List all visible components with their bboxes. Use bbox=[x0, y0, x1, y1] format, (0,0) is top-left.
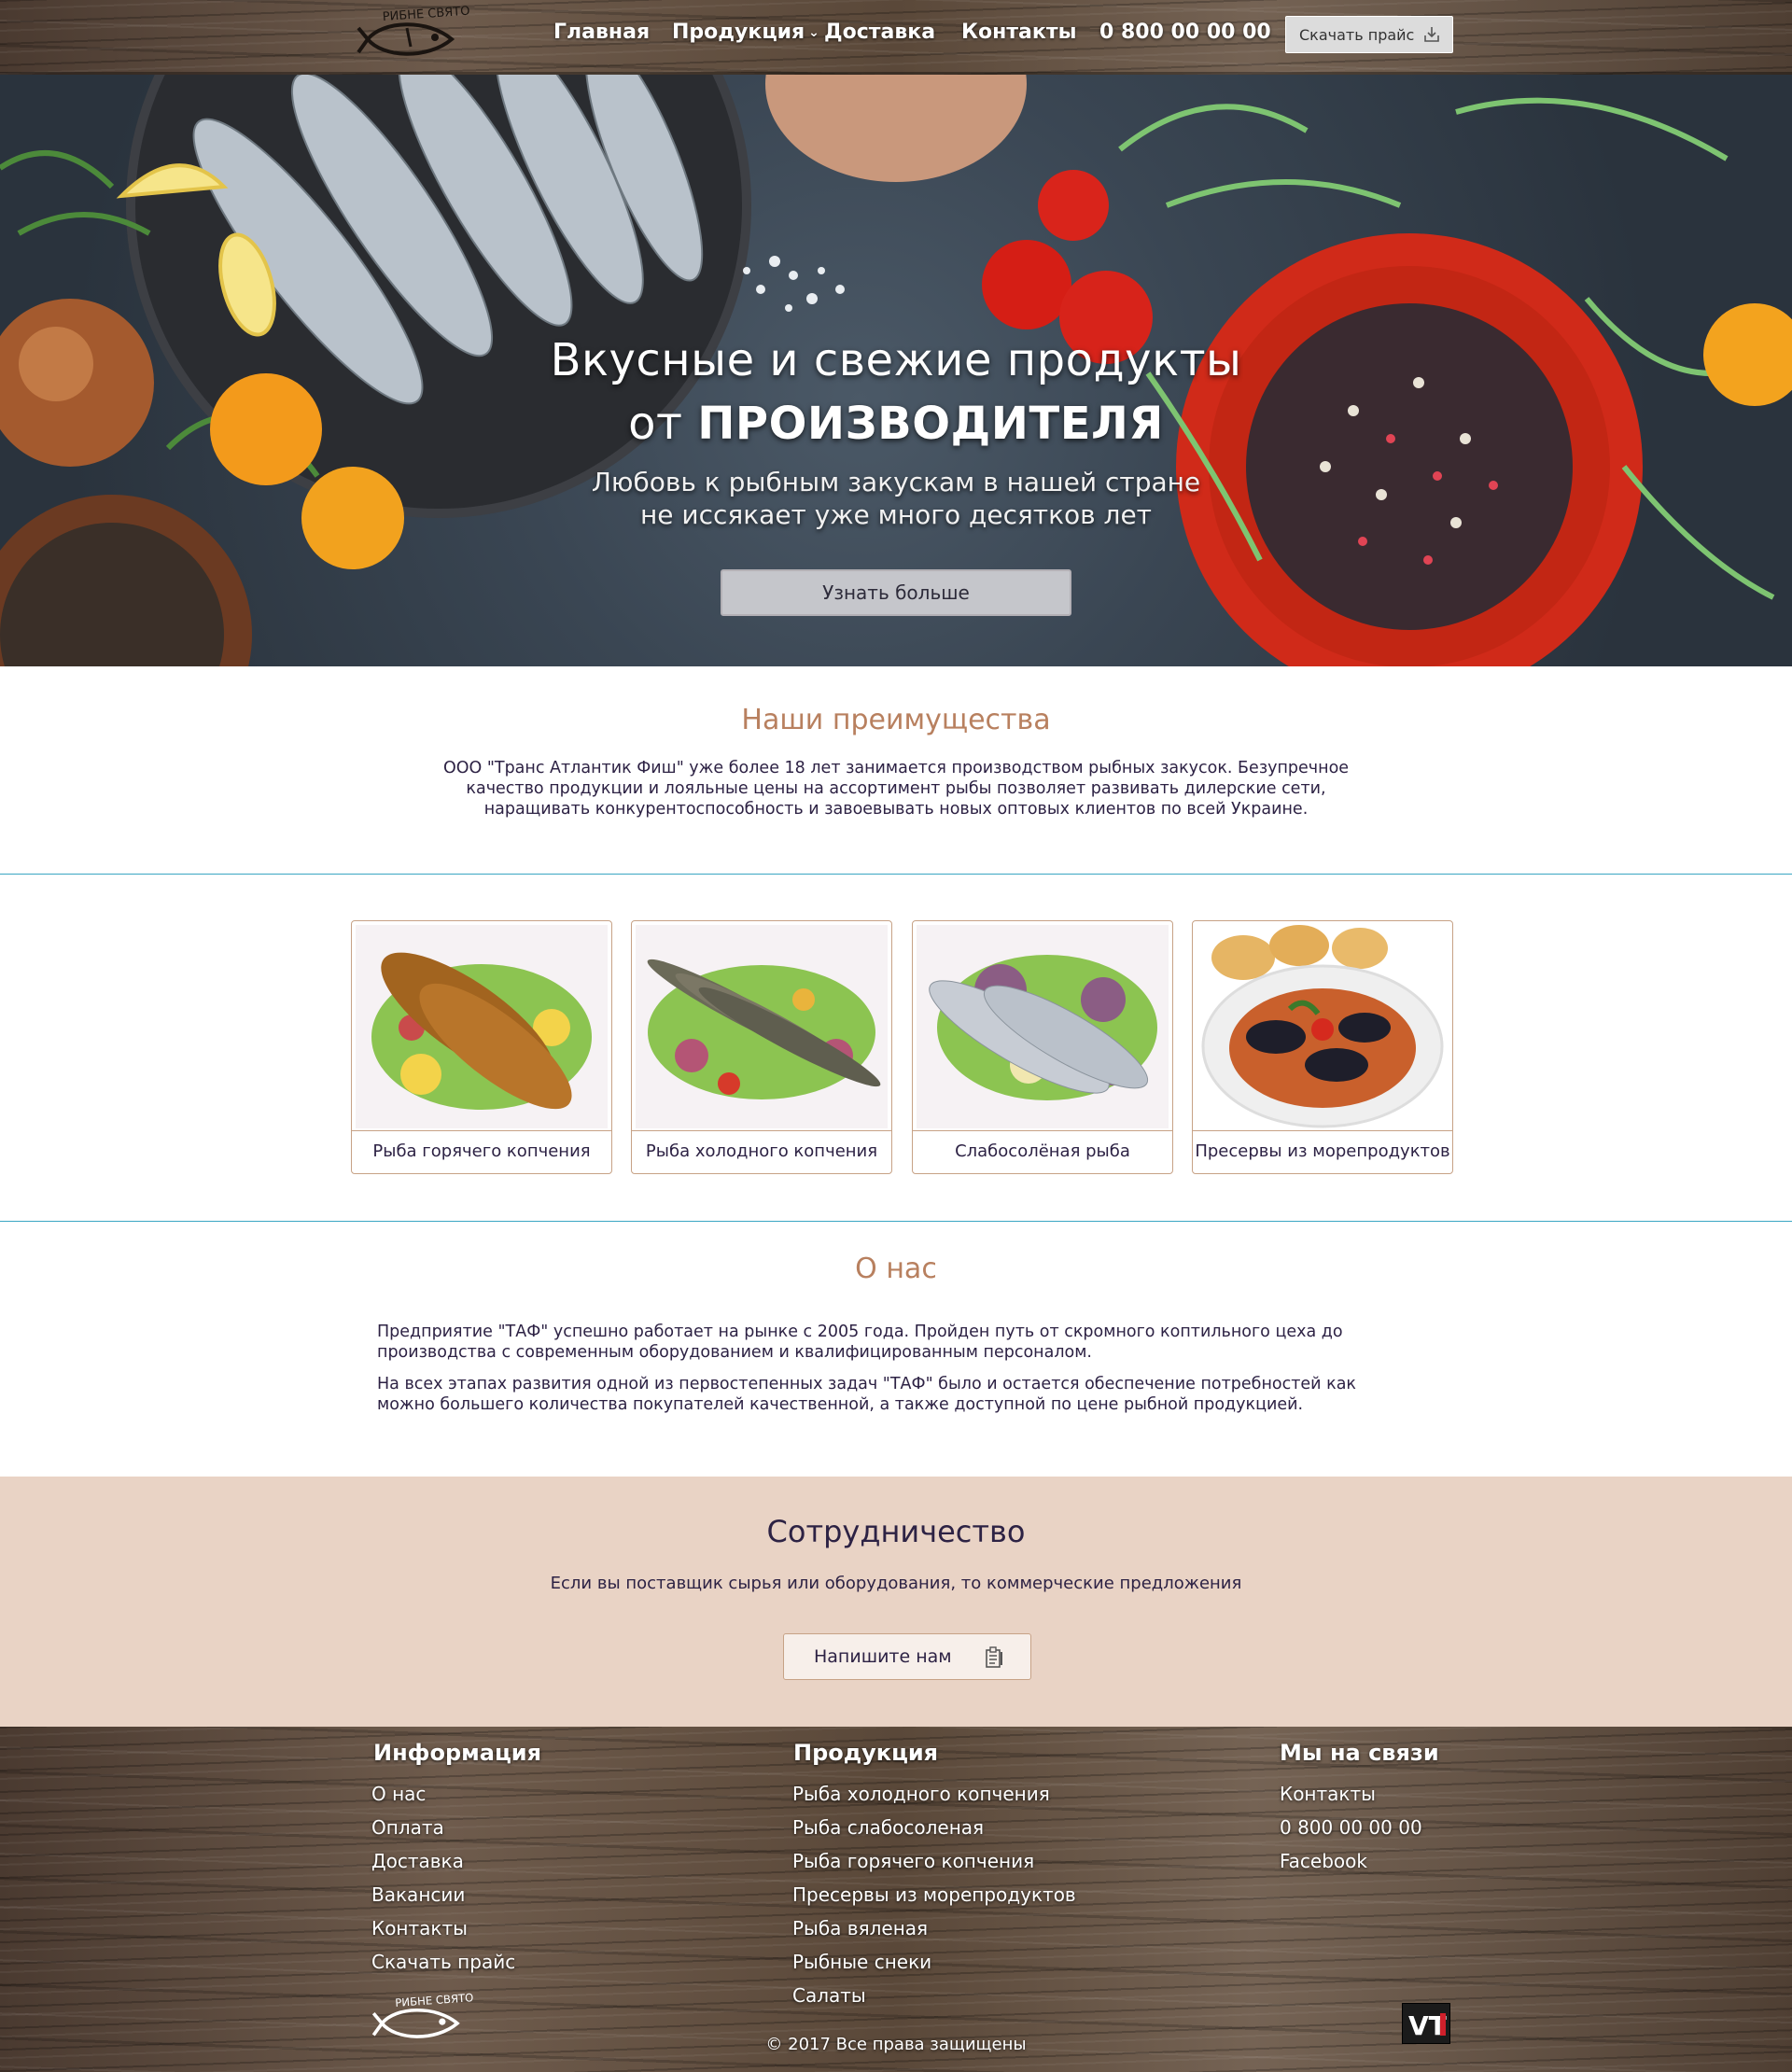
product-caption: Слабосолёная рыба bbox=[955, 1141, 1130, 1161]
product-image bbox=[917, 925, 1169, 1128]
product-caption: Рыба горячего копчения bbox=[372, 1141, 591, 1161]
logo[interactable]: РИБНЕ СВЯТО bbox=[355, 2, 476, 75]
clipboard-icon bbox=[986, 1646, 1002, 1668]
hero-title-prefix: от bbox=[628, 398, 683, 450]
footer-phone[interactable]: 0 800 00 00 00 bbox=[1280, 1816, 1422, 1839]
cooperation-text: Если вы поставщик сырья или оборудования… bbox=[550, 1574, 1242, 1593]
svg-text:РИБНЕ СВЯТО: РИБНЕ СВЯТО bbox=[395, 1991, 474, 2009]
hero-banner: Вкусные и свежие продукты от ПРОИЗВОДИТЕ… bbox=[0, 75, 1792, 666]
about-paragraph-2: На всех этапах развития одной из первост… bbox=[377, 1375, 1356, 1414]
site-footer: Информация О нас Оплата Доставка Ваканси… bbox=[0, 1727, 1792, 2072]
product-card-hot-smoked[interactable]: Рыба горячего копчения bbox=[351, 920, 612, 1174]
about-title: О нас bbox=[855, 1253, 937, 1285]
product-image bbox=[1197, 925, 1449, 1128]
product-caption: Рыба холодного копчения bbox=[645, 1141, 878, 1161]
nav-products[interactable]: Продукция ⌄ bbox=[672, 21, 819, 44]
write-us-button[interactable]: Напишите нам bbox=[783, 1633, 1031, 1680]
nav-contacts[interactable]: Контакты bbox=[961, 21, 1076, 44]
footer-link-preserves[interactable]: Пресервы из морепродуктов bbox=[792, 1883, 1076, 1906]
site-header: РИБНЕ СВЯТО Главная Продукция ⌄ Доставка … bbox=[0, 0, 1792, 75]
card-divider bbox=[913, 1130, 1172, 1131]
footer-link-salads[interactable]: Салаты bbox=[792, 1984, 866, 2007]
write-us-label: Напишите нам bbox=[814, 1646, 952, 1667]
chevron-down-icon: ⌄ bbox=[808, 25, 819, 40]
divider-bottom bbox=[0, 1221, 1792, 1222]
cooperation-section: Сотрудничество Если вы поставщик сырья и… bbox=[0, 1477, 1792, 1727]
developer-logo[interactable]: VT bbox=[1402, 2003, 1450, 2044]
footer-link-payment[interactable]: Оплата bbox=[371, 1816, 444, 1839]
footer-link-cold-smoked[interactable]: Рыба холодного копчения bbox=[792, 1783, 1050, 1805]
card-divider bbox=[1193, 1130, 1452, 1131]
divider-top bbox=[0, 874, 1792, 875]
footer-link-lightly-salted[interactable]: Рыба слабосоленая bbox=[792, 1816, 984, 1839]
footer-link-contacts[interactable]: Контакты bbox=[371, 1917, 468, 1939]
download-icon bbox=[1424, 27, 1439, 42]
footer-link-contacts-2[interactable]: Контакты bbox=[1280, 1783, 1376, 1805]
footer-link-download-price[interactable]: Скачать прайс bbox=[371, 1951, 515, 1973]
download-price-label: Скачать прайс bbox=[1299, 26, 1415, 44]
download-price-button[interactable]: Скачать прайс bbox=[1285, 16, 1453, 53]
footer-contact-title: Мы на связи bbox=[1280, 1740, 1439, 1766]
footer-link-delivery[interactable]: Доставка bbox=[371, 1850, 464, 1872]
product-card-lightly-salted[interactable]: Слабосолёная рыба bbox=[912, 920, 1173, 1174]
header-phone[interactable]: 0 800 00 00 00 bbox=[1099, 21, 1271, 44]
card-divider bbox=[632, 1130, 891, 1131]
footer-info-title: Информация bbox=[373, 1740, 541, 1766]
card-divider bbox=[352, 1130, 611, 1131]
footer-link-dried-fish[interactable]: Рыба вяленая bbox=[792, 1917, 928, 1939]
nav-products-label: Продукция bbox=[672, 21, 805, 44]
footer-link-hot-smoked[interactable]: Рыба горячего копчения bbox=[792, 1850, 1034, 1872]
product-card-seafood-preserves[interactable]: Пресервы из морепродуктов bbox=[1192, 920, 1453, 1174]
hero-subtitle-line2: не иссякает уже много десятков лет bbox=[639, 499, 1152, 530]
learn-more-button[interactable]: Узнать больше bbox=[721, 569, 1071, 616]
advantages-title: Наши преимущества bbox=[741, 704, 1051, 736]
product-image bbox=[636, 925, 888, 1128]
about-paragraph-1: Предприятие "ТАФ" успешно работает на ры… bbox=[377, 1323, 1343, 1362]
footer-link-vacancies[interactable]: Вакансии bbox=[371, 1883, 465, 1906]
footer-products-title: Продукция bbox=[793, 1740, 939, 1766]
hero-title-line2: от ПРОИЗВОДИТЕЛЯ bbox=[0, 398, 1792, 450]
cooperation-title: Сотрудничество bbox=[766, 1514, 1026, 1549]
hero-subtitle-line1: Любовь к рыбным закускам в нашей стране bbox=[591, 467, 1201, 497]
nav-delivery[interactable]: Доставка bbox=[824, 21, 935, 44]
footer-link-facebook[interactable]: Facebook bbox=[1280, 1850, 1367, 1872]
copyright: © 2017 Все права защищены bbox=[765, 2035, 1027, 2054]
product-caption: Пресервы из морепродуктов bbox=[1195, 1141, 1450, 1161]
nav-home[interactable]: Главная bbox=[553, 21, 650, 44]
advantages-text: ООО "Транс Атлантик Фиш" уже более 18 ле… bbox=[442, 759, 1350, 819]
footer-link-about[interactable]: О нас bbox=[371, 1783, 426, 1805]
hero-title-line1: Вкусные и свежие продукты bbox=[550, 334, 1242, 386]
svg-text:РИБНЕ СВЯТО: РИБНЕ СВЯТО bbox=[382, 5, 470, 25]
product-card-cold-smoked[interactable]: Рыба холодного копчения bbox=[631, 920, 892, 1174]
product-image bbox=[356, 925, 608, 1128]
footer-link-fish-snacks[interactable]: Рыбные снеки bbox=[792, 1951, 931, 1973]
hero-title-emphasis: ПРОИЗВОДИТЕЛЯ bbox=[697, 398, 1164, 450]
